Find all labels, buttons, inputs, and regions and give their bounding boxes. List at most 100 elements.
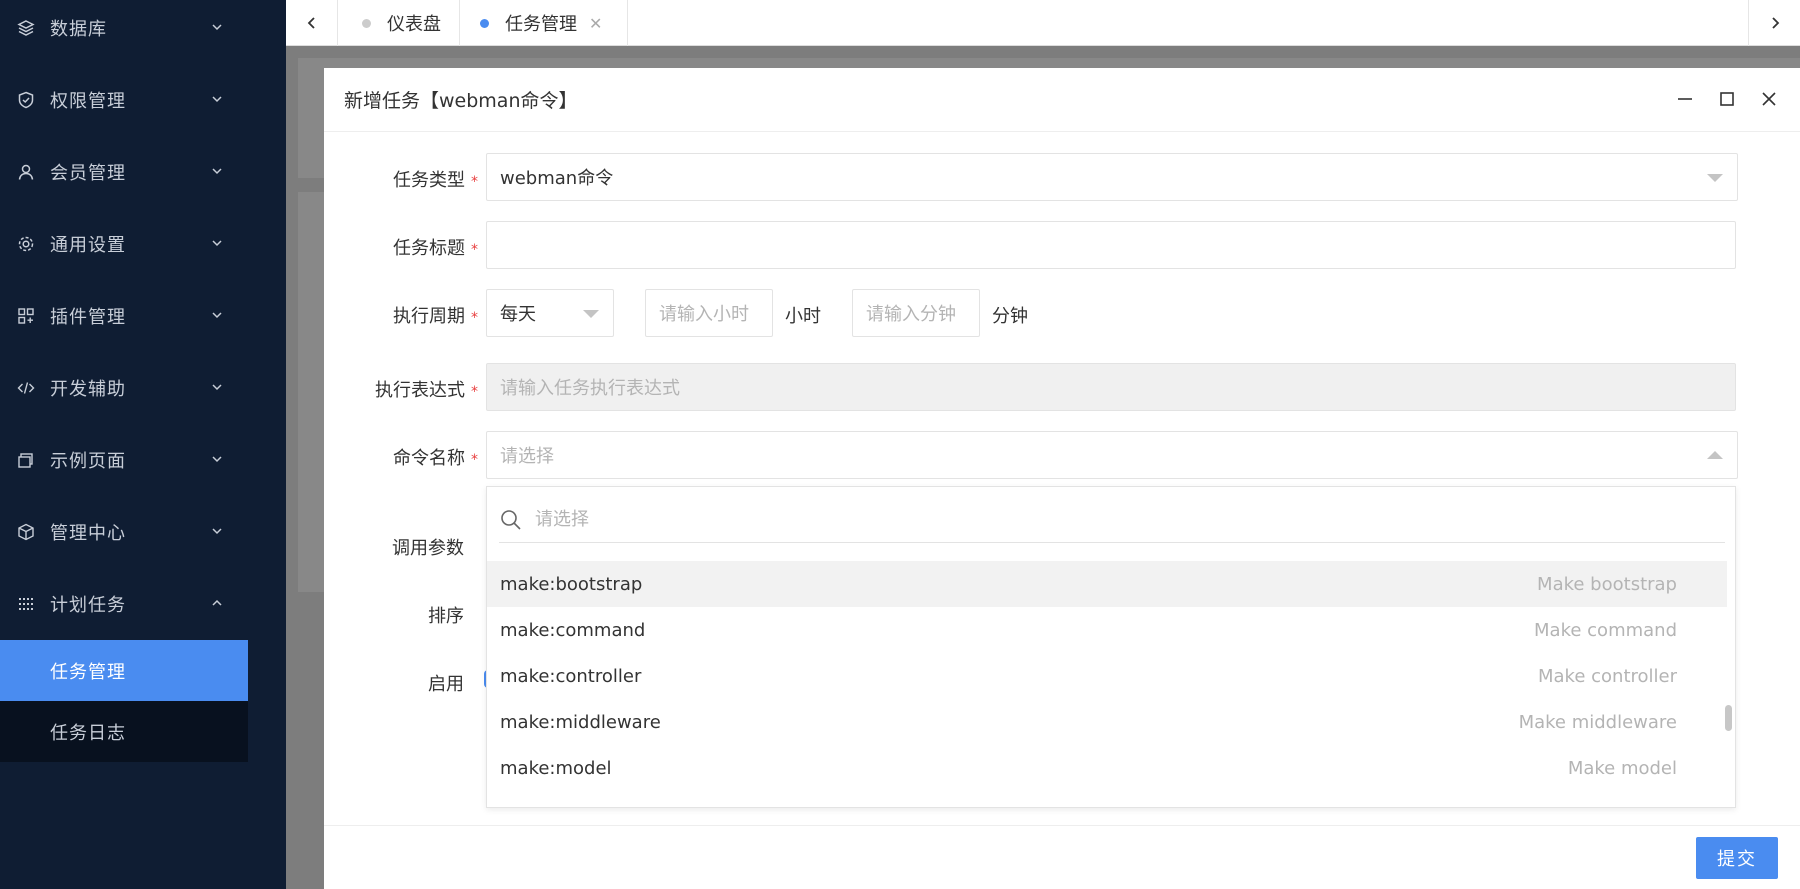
sidebar: 数据库 权限管理 会员管理 通用设置 插件管理 开发辅助 示例页面 管理中心 计… <box>0 0 286 889</box>
sidebar-item-label: 开发辅助 <box>50 379 126 400</box>
caret-down-icon <box>583 310 599 318</box>
tab-dashboard[interactable]: 仪表盘 <box>338 0 460 46</box>
sidebar-item-label: 数据库 <box>50 19 107 40</box>
dropdown-search-input[interactable] <box>535 509 1435 530</box>
grid-icon <box>16 594 36 614</box>
option-description: Make bootstrap <box>1537 573 1677 595</box>
chevron-down-icon <box>210 18 226 34</box>
plugin-icon <box>16 306 36 326</box>
dropdown-scrollbar[interactable] <box>1725 705 1732 731</box>
sidebar-item-permissions[interactable]: 权限管理 <box>0 64 248 136</box>
chevron-down-icon <box>210 162 226 178</box>
tab-scroll-right-button[interactable] <box>1748 0 1800 46</box>
database-icon <box>16 18 36 38</box>
sidebar-item-plugins[interactable]: 插件管理 <box>0 280 248 352</box>
dropdown-option[interactable]: make:bootstrap Make bootstrap <box>487 561 1727 607</box>
expression-input: 请输入任务执行表达式 <box>486 363 1736 411</box>
submit-button[interactable]: 提交 <box>1696 837 1778 879</box>
dropdown-option[interactable]: make:model Make model <box>487 745 1727 791</box>
tab-label: 仪表盘 <box>387 14 441 35</box>
caret-down-icon <box>1707 174 1723 182</box>
close-icon[interactable]: ✕ <box>589 14 602 33</box>
command-dropdown: make:bootstrap Make bootstrap make:comma… <box>486 486 1736 808</box>
chevron-right-icon <box>1771 17 1779 29</box>
cycle-label: 执行周期 * <box>393 306 478 327</box>
task-type-label: 任务类型 * <box>393 170 478 191</box>
option-description: Make command <box>1534 619 1677 641</box>
dialog-window-controls <box>1674 88 1780 110</box>
option-description: Make middleware <box>1518 711 1677 733</box>
minimize-icon[interactable] <box>1674 88 1696 110</box>
option-value: make:model <box>500 757 612 779</box>
sidebar-item-admin-center[interactable]: 管理中心 <box>0 496 248 568</box>
chevron-down-icon <box>210 450 226 466</box>
option-value: make:command <box>500 619 646 641</box>
sidebar-item-examples[interactable]: 示例页面 <box>0 424 248 496</box>
shield-icon <box>16 90 36 110</box>
sidebar-item-members[interactable]: 会员管理 <box>0 136 248 208</box>
dialog-header: 新增任务【webman命令】 <box>324 68 1800 132</box>
code-icon <box>16 378 36 398</box>
tab-label: 任务管理 <box>505 14 577 35</box>
tab-scroll-left-button[interactable] <box>286 0 338 46</box>
sidebar-item-label: 会员管理 <box>50 163 126 184</box>
sidebar-submenu: 任务管理 任务日志 <box>0 640 248 762</box>
hour-unit-label: 小时 <box>785 306 821 327</box>
cycle-select[interactable]: 每天 <box>486 289 614 337</box>
command-select[interactable]: 请选择 <box>486 431 1738 479</box>
task-title-label: 任务标题 * <box>393 238 478 259</box>
sidebar-item-label: 权限管理 <box>50 91 126 112</box>
add-task-dialog: 新增任务【webman命令】 任务类型 * webman命令 任务标题 * 执行周期… <box>324 68 1800 889</box>
dialog-title: 新增任务【webman命令】 <box>344 90 578 112</box>
sidebar-menu: 数据库 权限管理 会员管理 通用设置 插件管理 开发辅助 示例页面 管理中心 计… <box>0 0 248 770</box>
option-description: Make model <box>1567 757 1677 779</box>
task-title-input[interactable] <box>486 221 1736 269</box>
task-type-value: webman命令 <box>500 168 614 189</box>
task-type-select[interactable]: webman命令 <box>486 153 1738 201</box>
user-icon <box>16 162 36 182</box>
minute-unit-label: 分钟 <box>992 306 1028 327</box>
chevron-down-icon <box>210 234 226 250</box>
enable-label: 启用 <box>428 674 464 695</box>
dialog-footer: 提交 <box>324 825 1800 889</box>
dropdown-option[interactable]: make:middleware Make middleware <box>487 699 1727 745</box>
sidebar-item-settings[interactable]: 通用设置 <box>0 208 248 280</box>
chevron-down-icon <box>210 90 226 106</box>
sidebar-item-task-log[interactable]: 任务日志 <box>0 701 248 762</box>
params-label: 调用参数 <box>392 538 464 559</box>
maximize-icon[interactable] <box>1716 88 1738 110</box>
cycle-value: 每天 <box>500 304 536 325</box>
dropdown-option[interactable]: make:controller Make controller <box>487 653 1727 699</box>
chevron-down-icon <box>210 378 226 394</box>
expression-label: 执行表达式 * <box>375 380 478 401</box>
command-label: 命令名称 * <box>393 448 478 469</box>
sidebar-item-label: 管理中心 <box>50 523 126 544</box>
chevron-down-icon <box>210 522 226 538</box>
tab-bar: 仪表盘 任务管理 ✕ <box>286 0 1800 46</box>
sort-label: 排序 <box>428 606 464 627</box>
dropdown-option[interactable]: make:command Make command <box>487 607 1727 653</box>
chevron-up-icon <box>210 594 226 610</box>
option-value: make:bootstrap <box>500 573 643 595</box>
sidebar-item-label: 通用设置 <box>50 235 126 256</box>
option-description: Make controller <box>1537 665 1677 687</box>
close-icon[interactable] <box>1758 88 1780 110</box>
sidebar-item-label: 示例页面 <box>50 451 126 472</box>
sidebar-item-label: 计划任务 <box>50 595 126 616</box>
gear-icon <box>16 234 36 254</box>
page-icon <box>16 450 36 470</box>
sidebar-item-label: 插件管理 <box>50 307 126 328</box>
cube-icon <box>16 522 36 542</box>
tab-task-management[interactable]: 任务管理 ✕ <box>460 0 628 46</box>
sidebar-item-scheduled-tasks[interactable]: 计划任务 <box>0 568 248 640</box>
chevron-left-icon <box>307 17 315 29</box>
hour-input[interactable]: 请输入小时 <box>645 289 773 337</box>
tab-status-dot <box>362 18 371 28</box>
sidebar-item-task-management[interactable]: 任务管理 <box>0 640 248 701</box>
sidebar-item-database[interactable]: 数据库 <box>0 0 248 64</box>
tab-status-dot <box>480 18 489 28</box>
dropdown-options: make:bootstrap Make bootstrap make:comma… <box>487 561 1737 791</box>
minute-input[interactable]: 请输入分钟 <box>852 289 980 337</box>
sidebar-item-devtools[interactable]: 开发辅助 <box>0 352 248 424</box>
command-placeholder: 请选择 <box>500 446 554 467</box>
